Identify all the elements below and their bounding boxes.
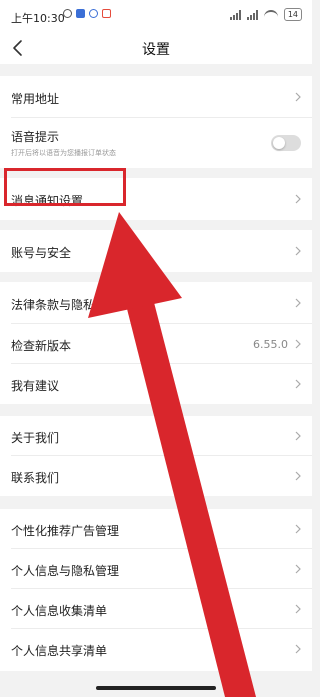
settings-item-label: 个人信息与隐私管理 [11, 564, 120, 578]
settings-item-check-update[interactable]: 检查新版本 6.55.0 [0, 324, 312, 364]
settings-item-label: 账号与安全 [11, 246, 72, 260]
alarm-icon [63, 9, 72, 18]
settings-item-label: 语音提示 [11, 130, 60, 144]
settings-item-contact-us[interactable]: 联系我们 [0, 456, 312, 496]
chevron-right-icon [293, 644, 303, 654]
status-system-icons: 14 [229, 8, 302, 21]
cell-signal-2-icon [246, 9, 258, 20]
cell-signal-icon [229, 9, 241, 20]
settings-item-account-security[interactable]: 账号与安全 [0, 230, 312, 272]
settings-item-label: 联系我们 [11, 471, 60, 485]
chevron-right-icon [293, 379, 303, 389]
settings-item-legal-privacy[interactable]: 法律条款与隐私政策 [0, 282, 312, 324]
chevron-right-icon [293, 92, 303, 102]
chevron-right-icon [293, 431, 303, 441]
settings-item-label: 个性化推荐广告管理 [11, 524, 120, 538]
settings-item-label: 检查新版本 [11, 339, 72, 353]
toggle-knob [273, 137, 285, 149]
version-value: 6.55.0 [253, 338, 288, 351]
wifi-icon [263, 10, 278, 19]
settings-item-label: 我有建议 [11, 379, 60, 393]
chevron-right-icon [293, 471, 303, 481]
battery-icon: 14 [283, 8, 302, 21]
settings-item-ad-management[interactable]: 个性化推荐广告管理 [0, 509, 312, 549]
settings-item-notification[interactable]: 消息通知设置 [0, 178, 312, 220]
nav-bar: 设置 [0, 32, 312, 64]
settings-item-common-address[interactable]: 常用地址 [0, 76, 312, 118]
settings-item-info-sharing[interactable]: 个人信息共享清单 [0, 629, 312, 671]
settings-item-label: 关于我们 [11, 431, 60, 445]
settings-item-label: 个人信息共享清单 [11, 644, 108, 658]
status-notification-icons [63, 9, 111, 18]
settings-item-label: 常用地址 [11, 92, 60, 106]
settings-item-suggestions[interactable]: 我有建议 [0, 364, 312, 404]
chevron-right-icon [293, 194, 303, 204]
app-badge-icon [102, 9, 111, 18]
chevron-right-icon [293, 246, 303, 256]
settings-item-about-us[interactable]: 关于我们 [0, 416, 312, 456]
voice-prompt-toggle[interactable] [271, 135, 301, 151]
settings-item-voice-prompt: 语音提示 打开后将以语音为您播报订单状态 [0, 118, 312, 168]
chevron-right-icon [293, 604, 303, 614]
settings-item-info-collection[interactable]: 个人信息收集清单 [0, 589, 312, 629]
home-indicator [96, 686, 216, 690]
chevron-right-icon [293, 298, 303, 308]
browser-notification-icon [89, 9, 98, 18]
settings-item-privacy-management[interactable]: 个人信息与隐私管理 [0, 549, 312, 589]
settings-item-description: 打开后将以语音为您播报订单状态 [11, 149, 116, 157]
settings-item-label: 消息通知设置 [11, 194, 84, 208]
status-bar: 上午10:30 14 [0, 0, 312, 32]
app-notification-icon [76, 9, 85, 18]
settings-item-label: 个人信息收集清单 [11, 604, 108, 618]
page-title: 设置 [142, 42, 170, 58]
settings-item-label: 法律条款与隐私政策 [11, 298, 120, 312]
chevron-right-icon [293, 564, 303, 574]
chevron-right-icon [293, 524, 303, 534]
status-time: 上午10:30 [11, 12, 65, 25]
chevron-right-icon [293, 339, 303, 349]
